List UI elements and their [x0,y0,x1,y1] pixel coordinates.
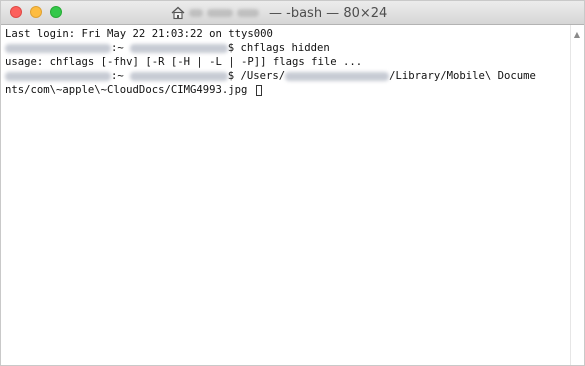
terminal-line: nts/com\~apple\~CloudDocs/CIMG4993.jpg [5,83,570,97]
terminal-window: — -bash — 80×24 Last login: Fri May 22 2… [0,0,585,366]
command-text: $ chflags hidden [227,42,330,54]
redacted-prompt-host [5,43,111,53]
login-message: Last login: Fri May 22 21:03:22 on ttys0… [5,28,273,40]
terminal-line: Last login: Fri May 22 21:03:22 on ttys0… [5,27,570,41]
window-title-text: — -bash — 80×24 [269,5,388,21]
redacted-user-segment [207,9,233,17]
usage-message: usage: chflags [-fhv] [-R [-H | -L | -P]… [5,56,363,68]
scroll-up-arrow-icon[interactable]: ▲ [573,31,581,39]
vertical-scrollbar[interactable]: ▲ [570,25,584,365]
zoom-button[interactable] [50,6,62,18]
redacted-user-segment [189,9,203,17]
terminal-line: :~ $ chflags hidden [5,41,570,55]
command-text: $ /Users/ [227,70,286,82]
home-icon [171,6,185,20]
redacted-prompt-user [129,43,228,53]
minimize-button[interactable] [30,6,42,18]
prompt-separator: :~ [111,70,124,82]
redacted-prompt-host [5,71,111,81]
redacted-prompt-user [129,71,228,81]
command-path-wrapped: nts/com\~apple\~CloudDocs/CIMG4993.jpg [5,84,254,96]
title-bar[interactable]: — -bash — 80×24 [1,1,584,25]
command-path-text: /Library/Mobile\ Docume [389,70,536,82]
terminal-line: :~ $ /Users/ /Library/Mobile\ Docume [5,69,570,83]
terminal-line: usage: chflags [-fhv] [-R [-H | -L | -P]… [5,55,570,69]
text-cursor [255,84,262,96]
window-title: — -bash — 80×24 [171,1,387,25]
redacted-path-user [285,71,390,81]
prompt-separator: :~ [111,42,124,54]
close-button[interactable] [10,6,22,18]
terminal-output[interactable]: Last login: Fri May 22 21:03:22 on ttys0… [1,25,570,365]
redacted-host-segment [237,9,259,17]
